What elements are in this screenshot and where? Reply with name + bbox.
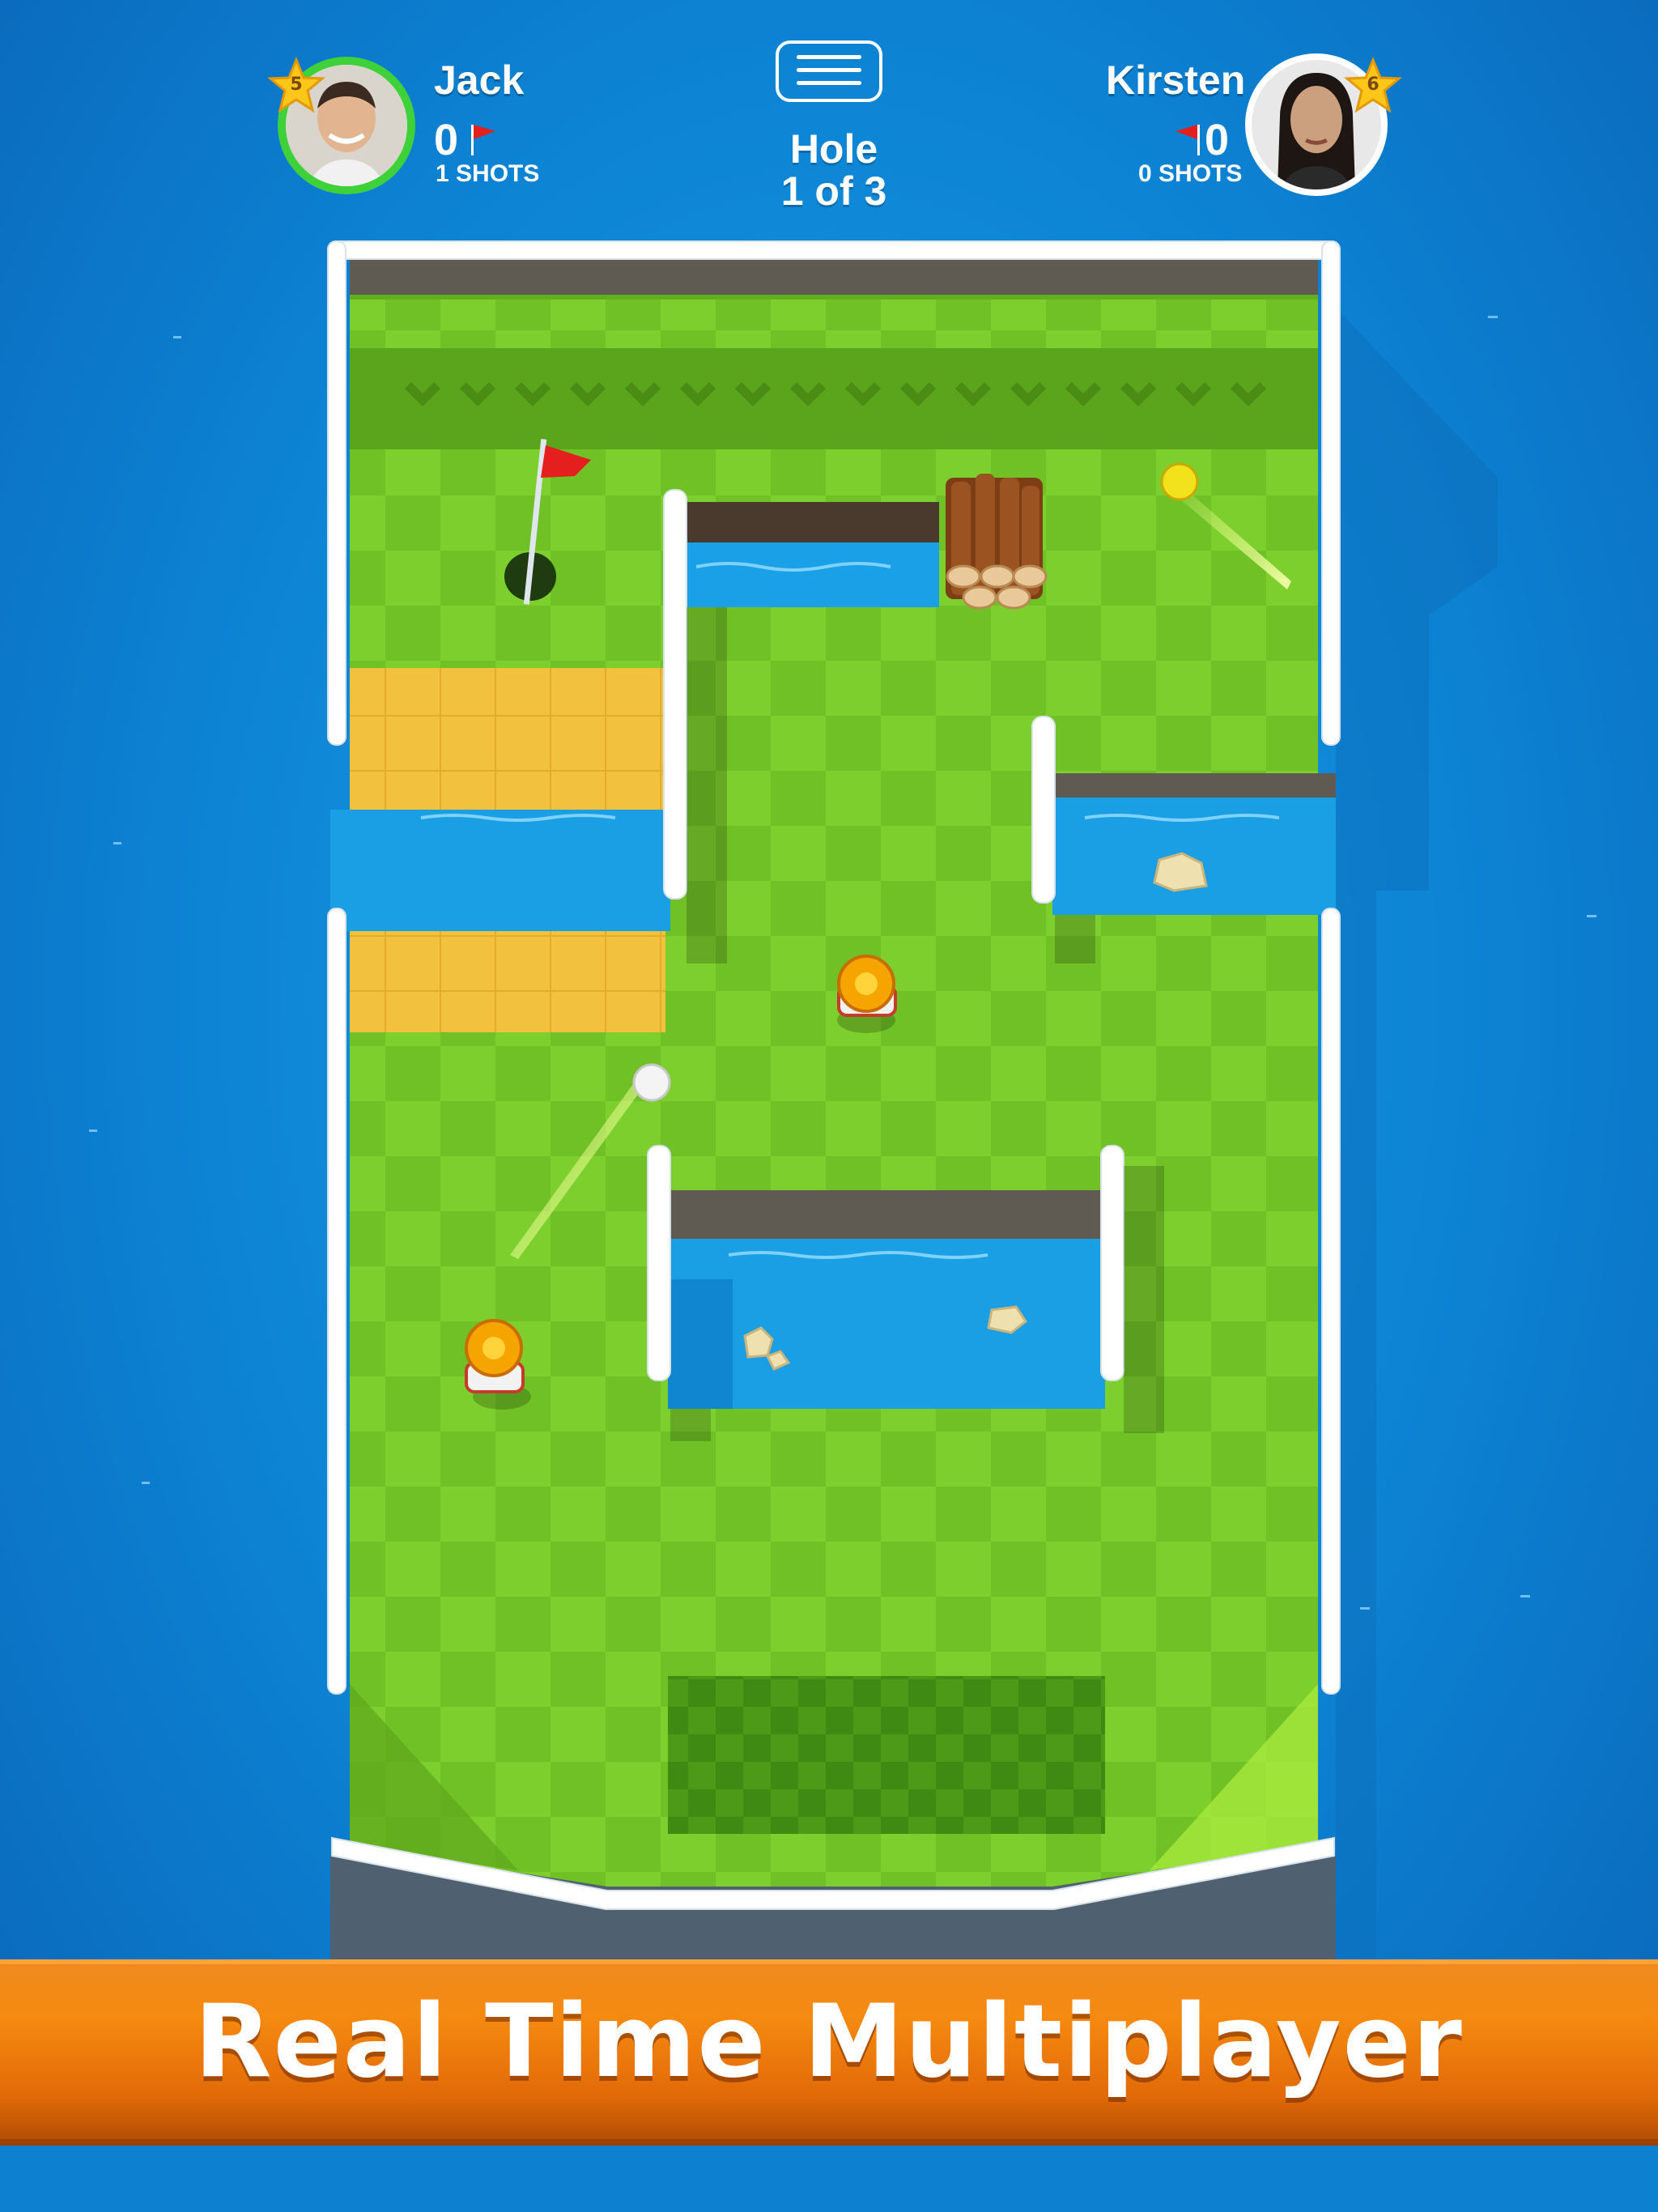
player-score-left: 0 [434,116,459,164]
player-name-left: Jack [434,57,525,103]
log-pile-obstacle [946,474,1048,610]
bottom-water-strip [0,2146,1658,2212]
player-shots-right: 0 SHOTS [1138,160,1243,187]
player-ball-icon [632,1063,671,1102]
level-star-icon: 5 [267,57,325,115]
level-right: 6 [1367,74,1380,95]
hole-indicator: Hole 1 of 3 [729,128,939,212]
bumper-icon [837,955,897,1033]
hole-progress: 1 of 3 [780,168,887,214]
flag-icon [471,125,495,155]
level-star-icon: 6 [1344,57,1402,115]
menu-button[interactable] [776,40,882,102]
hole-label: Hole [789,126,878,172]
player-shots-left: 1 SHOTS [436,160,540,187]
flag-icon [1175,125,1200,155]
opponent-ball-icon [1160,462,1199,501]
player-name-right: Kirsten [1106,57,1246,103]
banner-title: Real Time Multiplayer [194,1984,1464,2100]
level-left: 5 [290,74,303,95]
golf-course [89,240,1596,1959]
player-score-right: 0 [1205,116,1230,164]
